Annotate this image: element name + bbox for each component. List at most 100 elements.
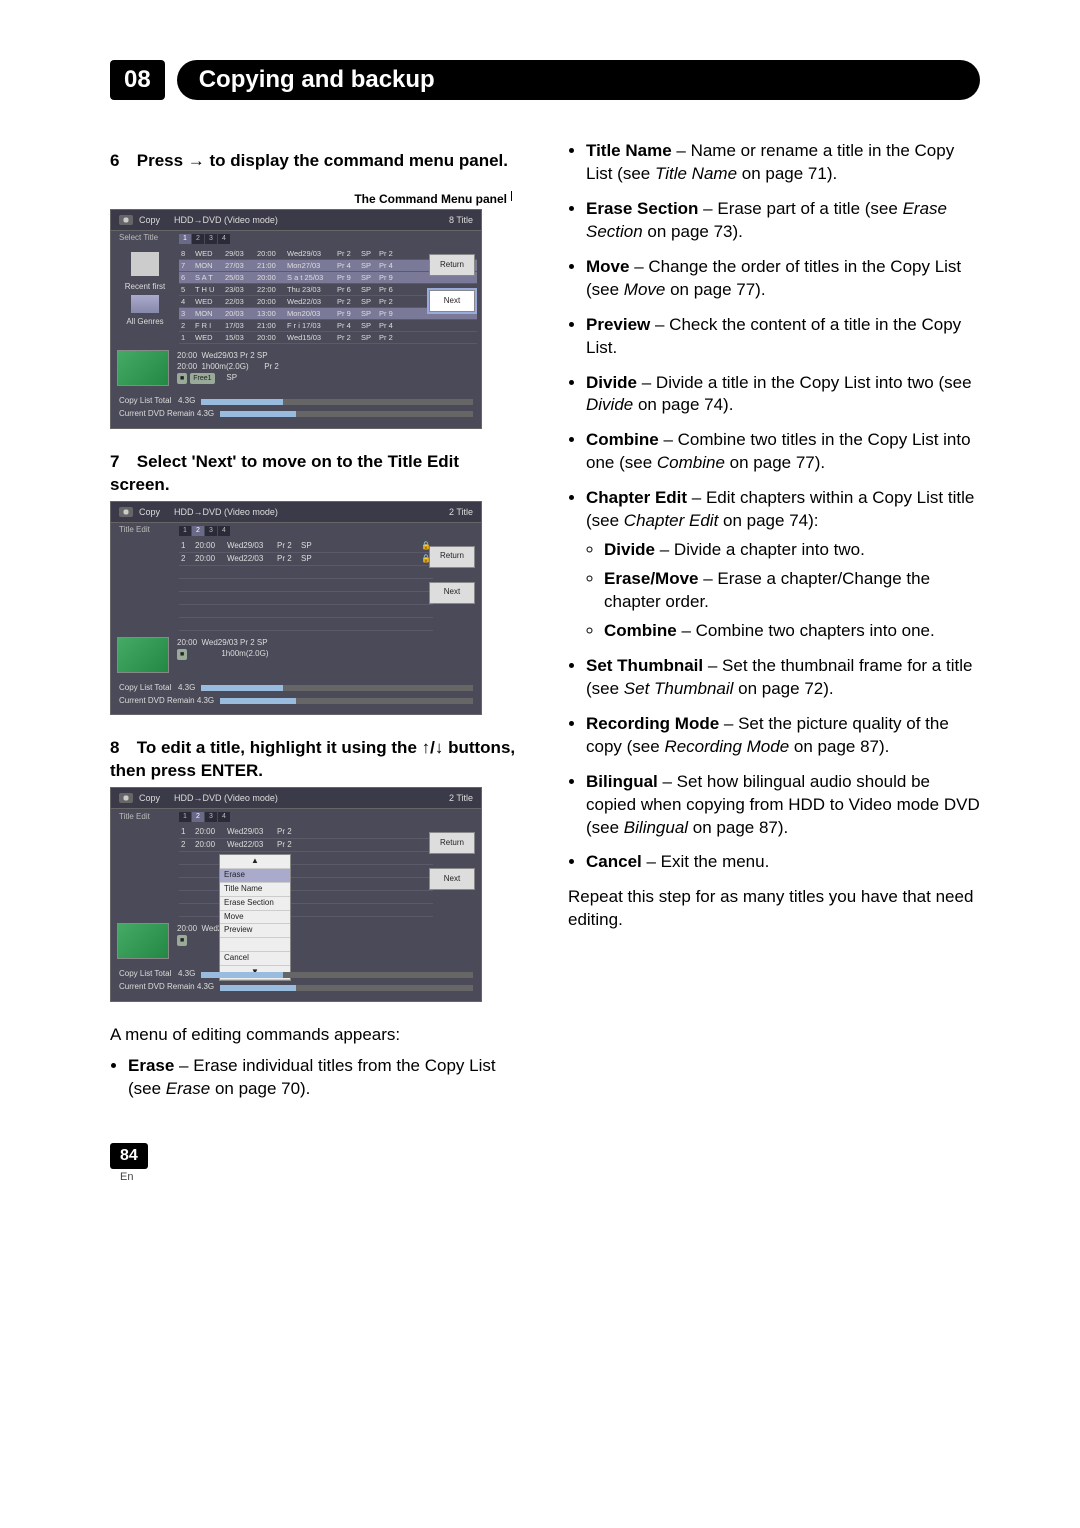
step-8: 8 To edit a title, highlight it using th…	[110, 737, 522, 783]
figure-caption: The Command Menu panel	[110, 191, 522, 207]
step-text: To edit a title, highlight it using the	[137, 738, 422, 757]
osd-panel-select-title: Copy HDD→DVD (Video mode) 8 Title Select…	[110, 209, 482, 429]
list-item: Bilingual – Set how bilingual audio shou…	[586, 771, 980, 840]
list-item: Chapter Edit – Edit chapters within a Co…	[586, 487, 980, 643]
return-button[interactable]: Return	[429, 546, 475, 568]
page-number: 84	[110, 1143, 148, 1169]
preview-info: 20:00 Wed29/03 Pr 2 SP 20:00 1h00m(2.0G)…	[177, 350, 475, 384]
osd-section-label: Title Edit	[119, 525, 179, 536]
osd-pager: 1234	[179, 233, 473, 244]
pager-page: 4	[218, 526, 230, 536]
return-button[interactable]: Return	[429, 832, 475, 854]
pager-page: 1	[179, 812, 191, 822]
osd-copy-label: Copy	[139, 792, 160, 804]
step-number: 6	[110, 150, 132, 173]
dvd-remain-label: Current DVD Remain	[119, 409, 195, 420]
right-arrow-icon: →	[188, 151, 205, 170]
list-item: Preview – Check the content of a title i…	[586, 314, 980, 360]
page-language: En	[120, 1171, 980, 1183]
step-number: 7	[110, 451, 132, 474]
osd-panel-edit-menu: Copy HDD→DVD (Video mode) 2 Title Title …	[110, 787, 482, 1002]
badge-icon: ■	[177, 649, 187, 660]
preview-thumbnail	[117, 350, 169, 386]
osd-pager: 1234	[179, 811, 473, 822]
table-row: 120:00Wed29/03Pr 2	[179, 826, 433, 839]
pager-page: 2	[192, 812, 204, 822]
pager-page: 1	[179, 234, 191, 244]
list-item: Title Name – Name or rename a title in t…	[586, 140, 980, 186]
return-button[interactable]: Return	[429, 254, 475, 276]
dvd-remain-label: Current DVD Remain	[119, 696, 195, 707]
osd-command-panel: Return Next	[429, 832, 475, 890]
preview-info: 20:00 Wed29/03 Pr 2 SP ■ 1h00m(2.0G)	[177, 637, 475, 660]
chapter-title: Copying and backup	[177, 60, 980, 100]
left-column: 6 Press → to display the command menu pa…	[110, 140, 522, 1113]
osd-copy-label: Copy	[139, 506, 160, 518]
badge-icon: ■	[177, 935, 187, 946]
list-item: Erase/Move – Erase a chapter/Change the …	[604, 568, 980, 614]
pager-page: 3	[205, 812, 217, 822]
chapter-header: 08 Copying and backup	[110, 60, 980, 100]
closing-text: Repeat this step for as many titles you …	[568, 886, 980, 932]
popup-item[interactable]: Move	[220, 911, 290, 925]
osd-pager: 1234	[179, 525, 473, 536]
list-item: Erase Section – Erase part of a title (s…	[586, 198, 980, 244]
osd-title-count: 2 Title	[449, 792, 473, 804]
copy-list-total-value: 4.3G	[178, 683, 195, 694]
list-item: Erase – Erase individual titles from the…	[128, 1055, 522, 1101]
next-button[interactable]: Next	[429, 290, 475, 312]
osd-copy-label: Copy	[139, 214, 160, 226]
pager-page: 4	[218, 812, 230, 822]
step-text: to display the command menu panel.	[205, 151, 508, 170]
table-row: 120:00Wed29/03Pr 2SP🔒	[179, 540, 433, 553]
osd-panel-title-edit: Copy HDD→DVD (Video mode) 2 Title Title …	[110, 501, 482, 716]
thumbnail-placeholder-icon	[131, 252, 159, 276]
popup-item[interactable]: Erase	[220, 869, 290, 883]
copy-list-total-label: Copy List Total	[119, 683, 171, 694]
list-item: Move – Change the order of titles in the…	[586, 256, 980, 302]
preview-thumbnail	[117, 637, 169, 673]
dvd-remain-value: 4.3G	[197, 982, 214, 993]
step-6: 6 Press → to display the command menu pa…	[110, 150, 522, 173]
osd-command-panel: Return Next	[429, 546, 475, 604]
copy-list-total-label: Copy List Total	[119, 396, 171, 407]
step-text: Press	[137, 151, 188, 170]
edit-command-popup: ▲ EraseTitle NameErase SectionMovePrevie…	[219, 854, 291, 980]
osd-section-label: Title Edit	[119, 812, 179, 823]
step-number: 8	[110, 737, 132, 760]
list-item: Recording Mode – Set the picture quality…	[586, 713, 980, 759]
popup-item[interactable]: Cancel	[220, 952, 290, 966]
step-7: 7 Select 'Next' to move on to the Title …	[110, 451, 522, 497]
table-row: 1WED15/0320:00Wed15/03Pr 2SPPr 2	[179, 332, 477, 344]
popup-item[interactable]	[220, 938, 290, 952]
popup-item[interactable]: Preview	[220, 924, 290, 938]
copy-list-total-label: Copy List Total	[119, 969, 171, 980]
right-column: Title Name – Name or rename a title in t…	[568, 140, 980, 1113]
table-row: 2F R I17/0321:00F r i 17/03Pr 4SPPr 4	[179, 320, 477, 332]
copy-list-total-value: 4.3G	[178, 969, 195, 980]
list-item: Cancel – Exit the menu.	[586, 851, 980, 874]
osd-mode: HDD→DVD (Video mode)	[174, 792, 449, 804]
osd-mode: HDD→DVD (Video mode)	[174, 214, 449, 226]
chapter-number: 08	[110, 60, 165, 100]
preview-thumbnail	[117, 923, 169, 959]
dvd-remain-label: Current DVD Remain	[119, 982, 195, 993]
list-item: Divide – Divide a title in the Copy List…	[586, 372, 980, 418]
osd-section-label: Select Title	[119, 233, 179, 244]
body-text: A menu of editing commands appears:	[110, 1024, 522, 1047]
page-footer: 84 En	[110, 1143, 980, 1183]
sort-label: Recent first	[115, 282, 175, 293]
next-button[interactable]: Next	[429, 868, 475, 890]
pager-page: 2	[192, 526, 204, 536]
free-badge: Free1	[190, 373, 214, 384]
up-down-arrow-icon: ↑/↓	[422, 738, 444, 757]
pager-page: 1	[179, 526, 191, 536]
list-item: Combine – Combine two chapters into one.	[604, 620, 980, 643]
next-button[interactable]: Next	[429, 582, 475, 604]
osd-mode: HDD→DVD (Video mode)	[174, 506, 449, 518]
scroll-up-icon: ▲	[220, 855, 290, 869]
popup-item[interactable]: Title Name	[220, 883, 290, 897]
osd-title-count: 8 Title	[449, 214, 473, 226]
popup-item[interactable]: Erase Section	[220, 897, 290, 911]
table-row: 220:00Wed22/03Pr 2SP🔒	[179, 553, 433, 566]
